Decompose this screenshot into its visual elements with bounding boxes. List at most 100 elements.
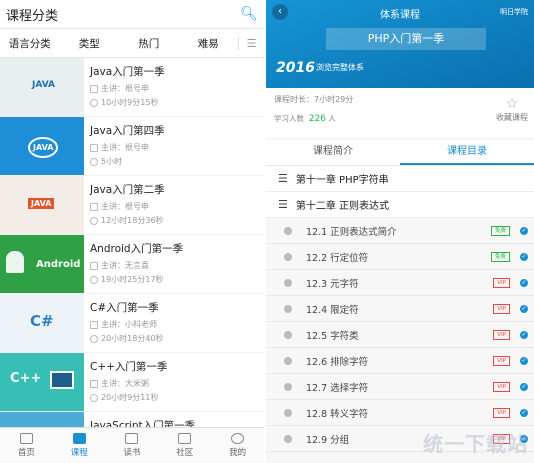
user-icon [231,433,245,444]
play-icon [284,304,292,313]
lecturer-icon [90,84,98,93]
lecturer-row: 主讲：无言喜 [90,260,264,271]
lesson-row[interactable]: 12.1 正则表达式简介 免费 ✓ [266,218,534,244]
duration-row: 19小时25分17秒 [90,274,264,285]
filter-bar: 语言分类 类型 热门 难易 ☰ [0,28,264,58]
lesson-title: 12.6 排除字符 [306,356,369,368]
course-item[interactable]: JAVA Java入门第四季 主讲：根号申 5小时 [0,117,264,175]
thumb-label: C++ [10,371,42,386]
course-title: Java入门第一季 [90,66,165,78]
thumb-label: JAVA [32,80,56,90]
star-icon: ☆ [505,96,519,112]
lesson-row[interactable]: 12.7 选择字符 VIP ✓ [266,374,534,400]
tab-home[interactable]: 首页 [0,428,53,463]
course-thumbnail: JAVA [0,176,84,234]
clock-icon [90,334,98,343]
lesson-row[interactable]: 12.2 行定位符 免费 ✓ [266,244,534,270]
play-icon [284,330,292,339]
detail-header-title: 体系课程 [380,10,420,21]
lesson-row[interactable]: 12.8 转义字符 VIP ✓ [266,400,534,426]
lecturer-row: 主讲：小科老师 [90,319,264,330]
watermark: 统一下载站 [423,432,528,456]
course-lecturer: 主讲：无言喜 [101,261,149,270]
course-duration-text: 课程时长：7小时29分 [274,95,354,104]
duration-row: 12小时18分36秒 [90,215,264,226]
lesson-badge: 免费 [490,225,510,236]
lecturer-icon [90,379,98,388]
thumb-label: JAVA [28,198,55,209]
course-list: JAVA Java入门第一季 主讲：根号申 10小时9分15秒 JAVA Jav… [0,58,264,463]
course-category-panel: 课程分类 🔍︎ 语言分类 类型 热门 难易 ☰ JAVA Java入门第一季 主… [0,0,264,463]
tab-courses[interactable]: 课程 [53,428,106,463]
course-lecturer: 主讲：小科老师 [101,320,157,329]
chapter-row[interactable]: ☰ 第十一章 PHP字符串 [266,166,534,192]
play-icon [284,408,292,417]
lecturer-icon [90,143,98,152]
tab-catalog[interactable]: 课程目录 [400,140,534,165]
lesson-row[interactable]: 12.5 字符类 VIP ✓ [266,322,534,348]
course-thumbnail: JAVA [0,117,84,175]
chapter-title: 第十二章 正则表达式 [295,201,390,212]
lesson-badge: VIP [493,381,510,392]
lesson-row[interactable]: 12.6 排除字符 VIP ✓ [266,348,534,374]
check-icon: ✓ [520,382,528,391]
filter-hot[interactable]: 热门 [119,36,179,51]
check-icon: ✓ [520,226,528,235]
check-icon: ✓ [520,304,528,313]
course-thumbnail: JAVA [0,58,84,116]
course-item[interactable]: C++ C++入门第一季 主讲：大米粥 20小时9分11秒 [0,353,264,411]
course-title: Java入门第二季 [90,184,165,196]
course-title: Java入门第四季 [90,125,165,137]
course-lecturer: 主讲：大米粥 [101,379,149,388]
brand-logo: 明日学院 [500,8,528,16]
course-item[interactable]: JAVA Java入门第一季 主讲：根号申 10小时9分15秒 [0,58,264,116]
course-title: C++入门第一季 [90,361,168,373]
lecturer-icon [90,320,98,329]
chapter-title: 第十一章 PHP字符串 [295,175,389,186]
lesson-badge: VIP [493,303,510,314]
layout-toggle-icon[interactable]: ☰ [238,36,264,50]
lesson-title: 12.1 正则表达式简介 [306,226,397,238]
chapter-row[interactable]: ☰ 第十二章 正则表达式 [266,192,534,218]
learner-count-unit: 人 [328,114,336,123]
thumb-label: Android [36,259,81,270]
learner-count-value: 226 [308,114,326,124]
course-item[interactable]: Android Android入门第一季 主讲：无言喜 19小时25分17秒 [0,235,264,293]
tab-profile[interactable]: 我的 [211,428,264,463]
filter-difficulty[interactable]: 难易 [179,36,239,51]
course-lecturer: 主讲：根号申 [101,84,149,93]
android-robot-icon [6,251,24,273]
favorite-button[interactable]: ☆ 收藏课程 [496,96,528,123]
tab-intro[interactable]: 课程简介 [266,140,400,165]
favorite-label: 收藏课程 [496,113,528,122]
check-icon: ✓ [520,356,528,365]
course-title: C#入门第一季 [90,302,159,314]
clock-icon [90,98,98,107]
search-icon[interactable]: 🔍︎ [240,6,258,22]
banner-title: PHP入门第一季 [326,28,486,50]
course-title: Android入门第一季 [90,243,184,255]
course-item[interactable]: C# C#入门第一季 主讲：小科老师 20小时18分40秒 [0,294,264,352]
tab-community[interactable]: 社区 [158,428,211,463]
monitor-icon [50,371,74,389]
menu-icon: ☰ [278,198,288,211]
play-icon [284,382,292,391]
banner-subtitle[interactable]: 浏览完整体系 [316,62,364,73]
lesson-title: 12.3 元字符 [306,278,359,290]
thumb-label: C# [30,312,54,330]
filter-language[interactable]: 语言分类 [0,36,60,51]
check-icon: ✓ [520,278,528,287]
course-duration: 5小时 [101,157,123,166]
play-icon [284,356,292,365]
filter-type[interactable]: 类型 [60,36,120,51]
course-duration: 10小时9分15秒 [101,98,159,107]
course-thumbnail: Android [0,235,84,293]
play-icon [284,278,292,287]
tab-books[interactable]: 读书 [106,428,159,463]
lesson-row[interactable]: 12.3 元字符 VIP ✓ [266,270,534,296]
course-item[interactable]: JAVA Java入门第二季 主讲：根号申 12小时18分36秒 [0,176,264,234]
learner-count-label: 学习人数 [274,114,304,123]
clock-icon [90,393,98,402]
lesson-row[interactable]: 12.4 限定符 VIP ✓ [266,296,534,322]
clock-icon [90,157,98,166]
